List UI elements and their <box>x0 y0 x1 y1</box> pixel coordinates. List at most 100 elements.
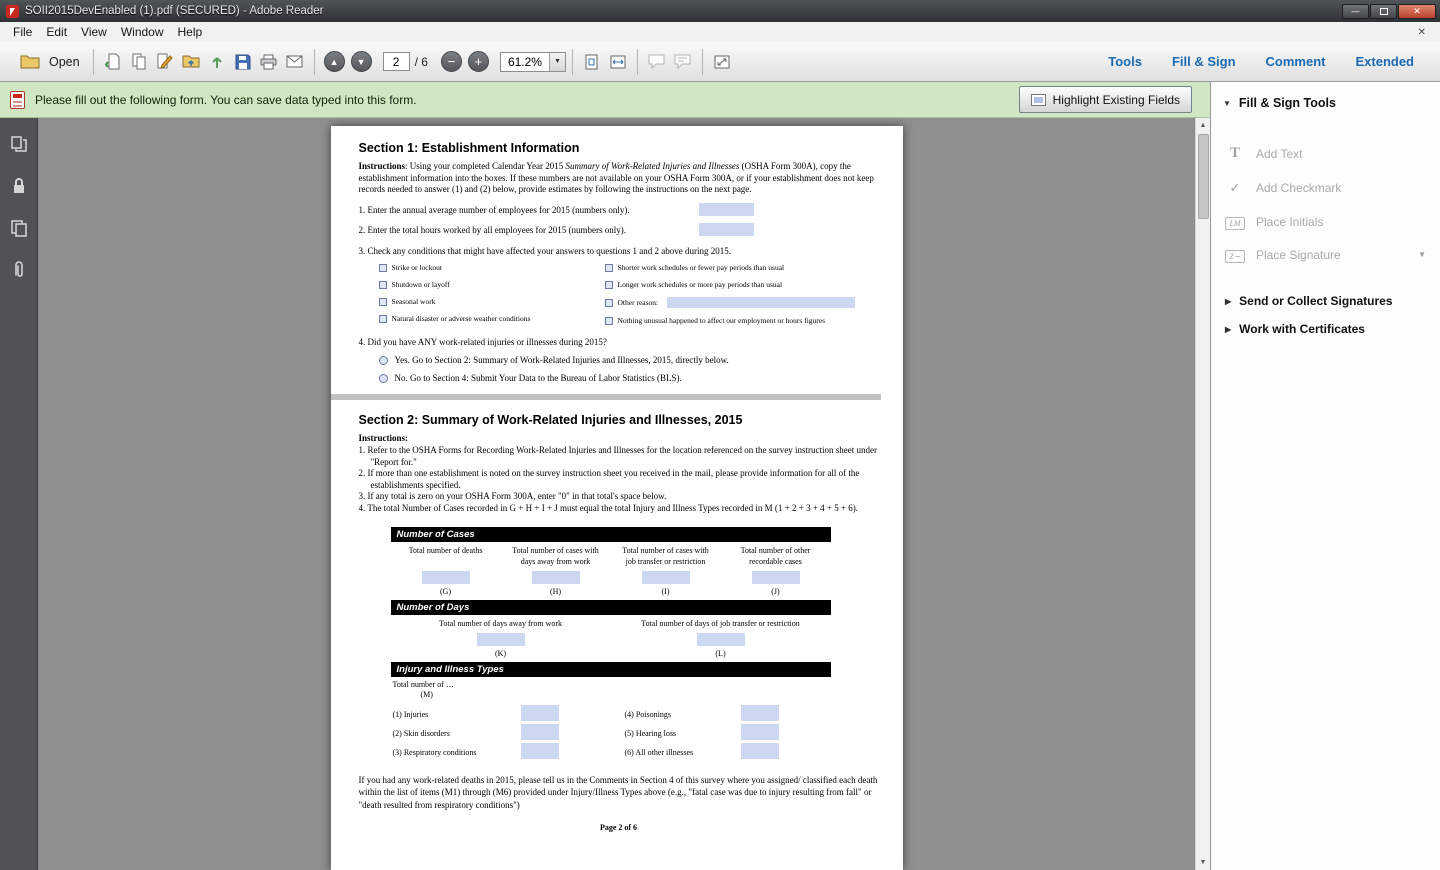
fit-page-icon[interactable] <box>579 49 605 75</box>
minimize-button[interactable]: — <box>1342 4 1369 19</box>
work-with-certificates-section[interactable]: ▶ Work with Certificates <box>1211 315 1440 343</box>
fit-width-icon[interactable] <box>605 49 631 75</box>
other-reason-checkbox[interactable] <box>605 299 613 307</box>
checkbox-label: Shorter work schedules or fewer pay peri… <box>618 263 785 272</box>
place-initials-tool[interactable]: LM Place Initials <box>1211 205 1440 238</box>
other-reason-field[interactable] <box>667 297 855 308</box>
comment-link[interactable]: Comment <box>1266 54 1326 69</box>
open-button[interactable]: Open <box>10 48 87 76</box>
previous-page-button[interactable]: ▲ <box>324 51 345 72</box>
place-signature-tool[interactable]: Z∼ Place Signature ▼ <box>1211 238 1440 271</box>
certificates-label: Work with Certificates <box>1239 322 1365 336</box>
highlight-fields-label: Highlight Existing Fields <box>1053 93 1180 107</box>
column-tag: (J) <box>721 587 831 600</box>
send-collect-signatures-section[interactable]: ▶ Send or Collect Signatures <box>1211 287 1440 315</box>
instructions-label: Instructions <box>359 161 406 171</box>
employees-2015-field[interactable] <box>699 203 754 216</box>
page-number-input[interactable] <box>383 52 410 71</box>
days-job-transfer-field[interactable] <box>697 633 745 646</box>
panel-sections: ▶ Send or Collect Signatures ▶ Work with… <box>1211 287 1440 343</box>
hours-2015-field[interactable] <box>699 223 754 236</box>
convert-file-icon[interactable] <box>126 49 152 75</box>
fullscreen-icon[interactable] <box>709 49 735 75</box>
cases-days-away-field[interactable] <box>532 571 580 584</box>
open-label: Open <box>49 55 80 69</box>
shorter-schedules-checkbox[interactable] <box>605 264 613 272</box>
checkbox-row: Natural disaster or adverse weather cond… <box>379 314 605 323</box>
zoom-in-button[interactable]: + <box>468 51 489 72</box>
checkbox-label: Shutdown or layoff <box>392 280 450 289</box>
nothing-unusual-checkbox[interactable] <box>605 317 613 325</box>
toolbar: Open ▲ ▼ / 6 − + <box>0 42 1440 82</box>
column-tag: (H) <box>501 587 611 600</box>
folder-upload-icon[interactable] <box>178 49 204 75</box>
yes-radio[interactable] <box>379 356 388 365</box>
other-recordable-cases-field[interactable] <box>752 571 800 584</box>
print-icon[interactable] <box>256 49 282 75</box>
shutdown-or-layoff-checkbox[interactable] <box>379 281 387 289</box>
strike-or-lockout-checkbox[interactable] <box>379 264 387 272</box>
injuries-field[interactable] <box>521 705 559 721</box>
menubar-close-icon[interactable]: ✕ <box>1410 27 1434 38</box>
respiratory-conditions-field[interactable] <box>521 743 559 759</box>
no-radio[interactable] <box>379 374 388 383</box>
menu-help[interactable]: Help <box>171 23 210 41</box>
skin-disorders-field[interactable] <box>521 724 559 740</box>
total-deaths-field[interactable] <box>422 571 470 584</box>
zoom-level-select[interactable]: 61.2% ▼ <box>500 52 566 72</box>
add-checkmark-tool[interactable]: ✓ Add Checkmark <box>1211 171 1440 205</box>
signature-dropdown-icon[interactable]: ▼ <box>1418 250 1426 259</box>
scroll-up-icon[interactable]: ▲ <box>1196 118 1211 133</box>
highlight-existing-fields-button[interactable]: Highlight Existing Fields <box>1019 86 1192 113</box>
seasonal-work-checkbox[interactable] <box>379 298 387 306</box>
zoom-dropdown-icon[interactable]: ▼ <box>549 53 565 71</box>
menu-window[interactable]: Window <box>114 23 171 41</box>
all-other-illnesses-field[interactable] <box>741 743 779 759</box>
zoom-out-button[interactable]: − <box>441 51 462 72</box>
sign-pen-icon[interactable] <box>152 49 178 75</box>
form-notice-icon <box>10 91 25 109</box>
share-icon[interactable] <box>204 49 230 75</box>
menu-file[interactable]: File <box>6 23 39 41</box>
annotation-icon[interactable] <box>670 49 696 75</box>
navigation-sidebar <box>0 118 38 870</box>
attachments-paperclip-icon[interactable] <box>9 260 29 280</box>
natural-disaster-checkbox[interactable] <box>379 315 387 323</box>
scrollbar-thumb[interactable] <box>1198 134 1209 219</box>
section2-instructions-label: Instructions: <box>359 433 879 443</box>
type-label: (2) Skin disorders <box>393 729 521 738</box>
extended-link[interactable]: Extended <box>1355 54 1414 69</box>
page-thumbnails-icon[interactable] <box>9 134 29 154</box>
longer-schedules-checkbox[interactable] <box>605 281 613 289</box>
add-text-tool[interactable]: T Add Text <box>1211 136 1440 171</box>
lock-icon[interactable] <box>9 176 29 196</box>
column-tag: (I) <box>611 587 721 600</box>
checkbox-row: Other reason: <box>605 297 879 308</box>
menu-view[interactable]: View <box>74 23 114 41</box>
cases-job-transfer-field[interactable] <box>642 571 690 584</box>
fill-sign-tools-label: Fill & Sign Tools <box>1239 96 1336 110</box>
next-page-button[interactable]: ▼ <box>351 51 372 72</box>
place-signature-label: Place Signature <box>1256 248 1341 262</box>
vertical-scrollbar[interactable]: ▲ ▼ <box>1195 118 1210 870</box>
adobe-reader-icon <box>6 5 19 18</box>
menu-edit[interactable]: Edit <box>39 23 74 41</box>
fill-sign-tools-header[interactable]: ▼ Fill & Sign Tools <box>1211 82 1440 120</box>
days-away-field[interactable] <box>477 633 525 646</box>
export-pdf-icon[interactable] <box>100 49 126 75</box>
maximize-button[interactable] <box>1370 4 1397 19</box>
scroll-down-icon[interactable]: ▼ <box>1196 855 1211 870</box>
close-button[interactable]: ✕ <box>1398 4 1436 19</box>
number-of-cases-grid: Total number of deaths Total number of c… <box>391 542 831 600</box>
email-icon[interactable] <box>282 49 308 75</box>
hearing-loss-field[interactable] <box>741 724 779 740</box>
pages-icon[interactable] <box>9 218 29 238</box>
tools-link[interactable]: Tools <box>1108 54 1142 69</box>
checkbox-row: Longer work schedules or more pay period… <box>605 280 879 289</box>
summary-table: Number of Cases Total number of deaths T… <box>391 527 831 761</box>
fill-sign-link[interactable]: Fill & Sign <box>1172 54 1236 69</box>
checkbox-row: Nothing unusual happened to affect our e… <box>605 316 879 325</box>
poisonings-field[interactable] <box>741 705 779 721</box>
comment-bubble-icon[interactable] <box>644 49 670 75</box>
save-icon[interactable] <box>230 49 256 75</box>
